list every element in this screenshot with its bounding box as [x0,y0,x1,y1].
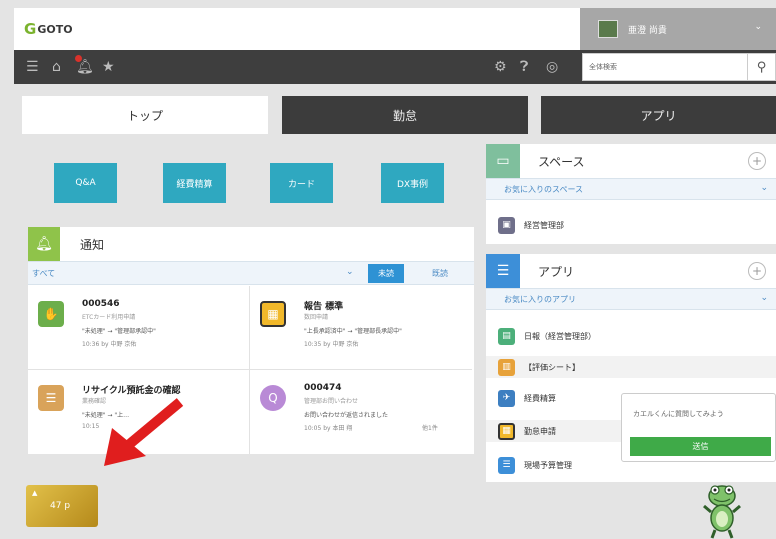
notification-item-subtitle: 数回申請 [304,314,329,321]
app-item-label: 日報（経営管理部） [524,331,596,341]
points-value: 47 p [50,501,71,511]
notification-dot [75,55,82,62]
tab-apps[interactable]: アプリ [541,96,776,134]
user-name: 亜澄 尚貴 [628,25,667,36]
notification-item-extra: 他1件 [422,425,438,432]
logo-g-icon: G [24,20,37,38]
speech-bubble-icon: ▭ [486,144,520,178]
filter-all-dropdown[interactable]: すべて [32,268,55,279]
favorite-spaces-label: お気に入りのスペース [504,185,584,194]
calendar-icon: ▦ [498,422,515,440]
airplane-icon: ✈ [498,389,515,407]
notification-item[interactable]: ✋ 000546 ETCカード利用申請 "未処理" → "管理部承認中" 10:… [28,286,250,370]
search-placeholder: 全体検索 [589,63,617,71]
notification-item-status: "未処理" → "管理部承認中" [82,328,156,335]
help-icon[interactable]: ❓︎ [520,58,528,76]
space-panel: ▭ スペース + お気に入りのスペース ⌄ ▣ 経営管理部 [486,144,776,244]
notification-item-time: 10:35 by 中野 京佑 [304,341,359,348]
notification-panel: 🔔︎ 通知 すべて ⌄ 未読 既読 ✋ 000546 ETCカード利用申請 "未… [28,227,474,454]
inquiry-icon: Q [260,385,286,411]
nav-bar: ☰ ⌂ 🔔︎ ★ ⚙ ❓︎ ◎ 全体検索 ⚲ [14,50,776,84]
notification-item-status: "未処理" → "上… [82,412,130,419]
frog-chat-popup: カエルくんに質問してみよう 送信 [621,393,776,462]
logo-text: GOTO [37,22,73,36]
filter-read-button[interactable]: 既読 [432,268,448,279]
table-icon: ☰ [498,456,515,474]
gear-icon[interactable]: ⚙ [494,58,507,76]
notification-item-time: 10:15 [82,423,100,430]
tab-top[interactable]: トップ [22,96,268,134]
notification-item-status: お問い合わせが返信されました [304,412,389,419]
notification-title: 通知 [80,237,105,252]
app-panel-title: アプリ [538,264,575,279]
favorite-spaces-dropdown[interactable]: お気に入りのスペース ⌄ [486,178,776,200]
bar-chart-icon: ▥ [498,358,515,376]
add-space-button[interactable]: + [748,152,766,170]
daily-report-icon: ▤ [498,327,515,345]
chevron-down-icon[interactable]: ⌄ [346,267,354,277]
app-item-label: 【評価シート】 [524,362,580,372]
frog-mascot-icon[interactable] [700,482,744,539]
chat-prompt: カエルくんに質問してみよう [633,410,724,418]
filter-unread-button[interactable]: 未読 [368,264,404,283]
space-panel-title: スペース [538,154,585,169]
add-app-button[interactable]: + [748,262,766,280]
calendar-icon: ▦ [260,301,286,327]
notification-item-subtitle: 業務確認 [82,398,107,405]
app-item-daily-report[interactable]: ▤ 日報（経営管理部） [486,325,776,347]
qa-button[interactable]: Q&A [54,163,117,203]
home-icon[interactable]: ⌂ [52,58,61,76]
stack-icon: ☰ [38,385,64,411]
app-item-label: 現場予算管理 [524,460,572,470]
avatar [598,20,618,38]
bell-icon: 🔔︎ [28,227,60,261]
list-icon: ☰ [486,254,520,288]
dx-case-button[interactable]: DX事例 [381,163,444,203]
user-menu[interactable]: 亜澄 尚貴 ⌄ [580,8,776,50]
notification-header: 🔔︎ 通知 [28,227,474,261]
points-badge[interactable]: ▲ 47 p [26,485,98,527]
card-button[interactable]: カード [270,163,333,203]
notification-item[interactable]: ☰ リサイクル預託金の確認 業務確認 "未処理" → "上… 10:15 [28,370,250,454]
goto-logo[interactable]: G GOTO [24,20,73,38]
top-bar: G GOTO 亜澄 尚貴 ⌄ [14,8,776,50]
notification-item-time: 10:05 by 本田 翔 [304,425,353,432]
send-button[interactable]: 送信 [630,437,771,456]
space-panel-header: ▭ スペース + [486,144,776,178]
search-input[interactable]: 全体検索 ⚲ [582,53,776,81]
favorite-apps-label: お気に入りのアプリ [504,295,576,304]
notification-item[interactable]: ▦ 報告 標準 数回申請 "上長承認済中" → "管理部長承認中" 10:35 … [250,286,472,370]
star-icon[interactable]: ★ [102,58,115,76]
notification-item-title: 000546 [82,299,120,309]
chevron-down-icon: ⌄ [760,293,768,303]
notification-item[interactable]: Q 000474 管理部お問い合わせ お問い合わせが返信されました 10:05 … [250,370,472,454]
space-thumbnail-icon: ▣ [498,216,515,234]
hamburger-menu-icon[interactable]: ☰ [26,58,39,76]
notification-item-title: 000474 [304,383,342,393]
notification-item-title: リサイクル預託金の確認 [82,386,181,396]
space-item[interactable]: ▣ 経営管理部 [486,214,776,236]
notification-item-time: 10:36 by 中野 京佑 [82,341,137,348]
tab-attendance[interactable]: 勤怠 [282,96,528,134]
chevron-down-icon: ⌄ [754,22,762,32]
notification-item-status: "上長承認済中" → "管理部長承認中" [304,328,402,335]
notification-item-subtitle: 管理部お問い合わせ [304,398,359,405]
hand-icon: ✋ [38,301,64,327]
favorite-apps-dropdown[interactable]: お気に入りのアプリ ⌄ [486,288,776,310]
expense-button[interactable]: 経費精算 [163,163,226,203]
app-item-label: 勤怠申請 [524,426,556,436]
app-item-evaluation-sheet[interactable]: ▥ 【評価シート】 [486,356,776,378]
app-item-label: 経費精算 [524,393,556,403]
chevron-down-icon: ⌄ [760,183,768,193]
notification-item-title: 報告 標準 [304,302,344,312]
points-icon: ▲ [32,489,38,497]
notification-item-subtitle: ETCカード利用申請 [82,314,136,321]
chat-icon[interactable]: ◎ [546,58,558,76]
notification-filter: すべて ⌄ 未読 既読 [28,261,474,285]
search-icon: ⚲ [756,59,767,75]
search-button[interactable]: ⚲ [747,54,775,80]
space-item-label: 経営管理部 [524,220,564,230]
app-panel-header: ☰ アプリ + [486,254,776,288]
